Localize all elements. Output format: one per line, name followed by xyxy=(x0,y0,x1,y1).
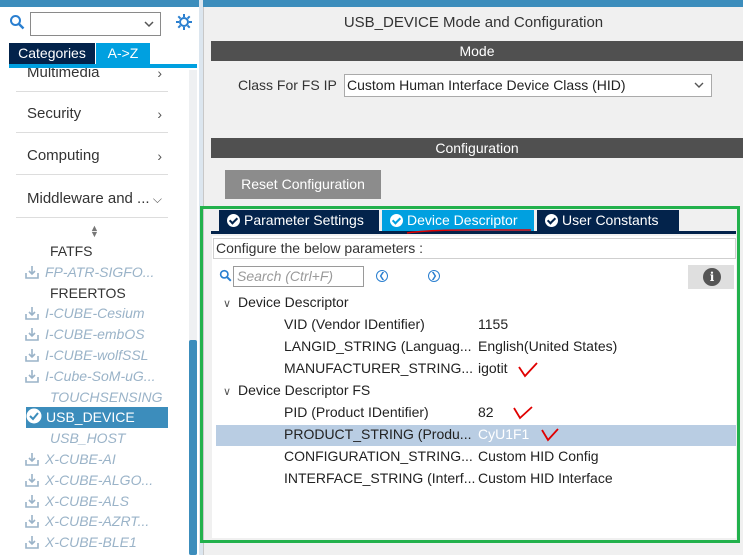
middleware-item[interactable]: I-Cube-SoM-uG... xyxy=(25,366,155,387)
download-icon xyxy=(25,347,39,362)
middleware-item-label: X-CUBE-ALS xyxy=(45,493,130,509)
middleware-item-label: I-CUBE-Cesium xyxy=(45,305,145,321)
download-icon xyxy=(25,305,39,320)
middleware-item-label: FATFS xyxy=(50,243,93,259)
scrollbar-thumb[interactable] xyxy=(189,340,197,555)
category-label: Multimedia xyxy=(27,68,100,81)
download-icon xyxy=(25,534,39,549)
middleware-item[interactable]: USB_HOST xyxy=(50,428,125,449)
green-highlight-annotation xyxy=(200,206,740,543)
check-circle-icon xyxy=(26,408,42,424)
category-middleware[interactable]: Middleware and ... ⌵ xyxy=(16,180,168,218)
class-label: Class For FS IP xyxy=(238,77,337,93)
gear-icon[interactable] xyxy=(175,13,193,34)
reset-configuration-button[interactable]: Reset Configuration xyxy=(225,170,381,199)
category-multimedia[interactable]: Multimedia › xyxy=(16,68,168,92)
middleware-item-label: X-CUBE-ALGO... xyxy=(45,472,154,488)
middleware-item[interactable]: X-CUBE-BLE1 xyxy=(25,532,137,553)
middleware-item-label: FP-ATR-SIGFO... xyxy=(45,264,155,280)
middleware-item[interactable]: X-CUBE-ALGO... xyxy=(25,470,153,491)
category-search-input[interactable] xyxy=(30,12,161,36)
middleware-item-label: USB_HOST xyxy=(50,430,126,446)
middleware-item[interactable]: I-CUBE-wolfSSL xyxy=(25,345,148,366)
chevron-down-icon xyxy=(693,75,705,101)
download-icon xyxy=(25,326,39,341)
chevron-down-icon[interactable] xyxy=(143,17,155,33)
middleware-item-label: X-CUBE-BLE1 xyxy=(45,534,137,550)
middleware-item-label: I-Cube-SoM-uG... xyxy=(45,368,156,384)
middleware-item-label: I-CUBE-wolfSSL xyxy=(45,347,149,363)
middleware-item[interactable]: FREERTOS xyxy=(50,283,126,304)
middleware-item[interactable]: USB_DEVICE xyxy=(26,407,168,428)
middleware-item[interactable]: I-CUBE-Cesium xyxy=(25,303,145,324)
configuration-header: Configuration xyxy=(211,138,743,158)
category-computing[interactable]: Computing › xyxy=(16,137,168,175)
sort-icon[interactable]: ▲ ▼ xyxy=(90,224,99,239)
search-icon[interactable] xyxy=(9,14,25,30)
middleware-item-label: I-CUBE-embOS xyxy=(45,326,145,342)
mode-header: Mode xyxy=(211,41,743,61)
middleware-item[interactable]: X-CUBE-AZRT... xyxy=(25,511,149,532)
category-label: Computing xyxy=(27,147,100,164)
class-select[interactable]: Custom Human Interface Device Class (HID… xyxy=(344,74,712,97)
middleware-item[interactable]: X-CUBE-AI xyxy=(25,449,116,470)
download-icon xyxy=(25,368,39,383)
middleware-item[interactable]: FATFS xyxy=(50,241,93,262)
middleware-item[interactable]: FP-ATR-SIGFO... xyxy=(25,262,154,283)
chevron-down-icon: ⌵ xyxy=(152,192,162,206)
middleware-item-label: USB_DEVICE xyxy=(46,409,135,425)
middleware-item-label: FREERTOS xyxy=(50,285,126,301)
middleware-item[interactable]: X-CUBE-ALS xyxy=(25,491,129,512)
tab-categories[interactable]: Categories xyxy=(9,43,95,64)
top-accent-strip xyxy=(0,0,743,7)
middleware-item-label: TOUCHSENSING xyxy=(50,389,163,405)
middleware-item[interactable]: TOUCHSENSING xyxy=(50,387,163,408)
middleware-item[interactable]: I-CUBE-embOS xyxy=(25,324,145,345)
category-label: Security xyxy=(27,105,82,122)
middleware-item-label: X-CUBE-AZRT... xyxy=(45,513,150,529)
chevron-right-icon: › xyxy=(157,68,162,81)
chevron-right-icon: › xyxy=(157,106,162,122)
download-icon xyxy=(25,264,39,279)
category-security[interactable]: Security › xyxy=(16,95,168,133)
class-select-value: Custom Human Interface Device Class (HID… xyxy=(347,77,626,93)
page-title: USB_DEVICE Mode and Configuration xyxy=(343,14,604,31)
tab-a-to-z[interactable]: A->Z xyxy=(96,43,150,64)
middleware-item-label: X-CUBE-AI xyxy=(45,451,116,467)
download-icon xyxy=(25,472,39,487)
download-icon xyxy=(25,513,39,528)
download-icon xyxy=(25,451,39,466)
download-icon xyxy=(25,493,39,508)
chevron-right-icon: › xyxy=(157,148,162,164)
category-label: Middleware and ... xyxy=(27,190,150,207)
